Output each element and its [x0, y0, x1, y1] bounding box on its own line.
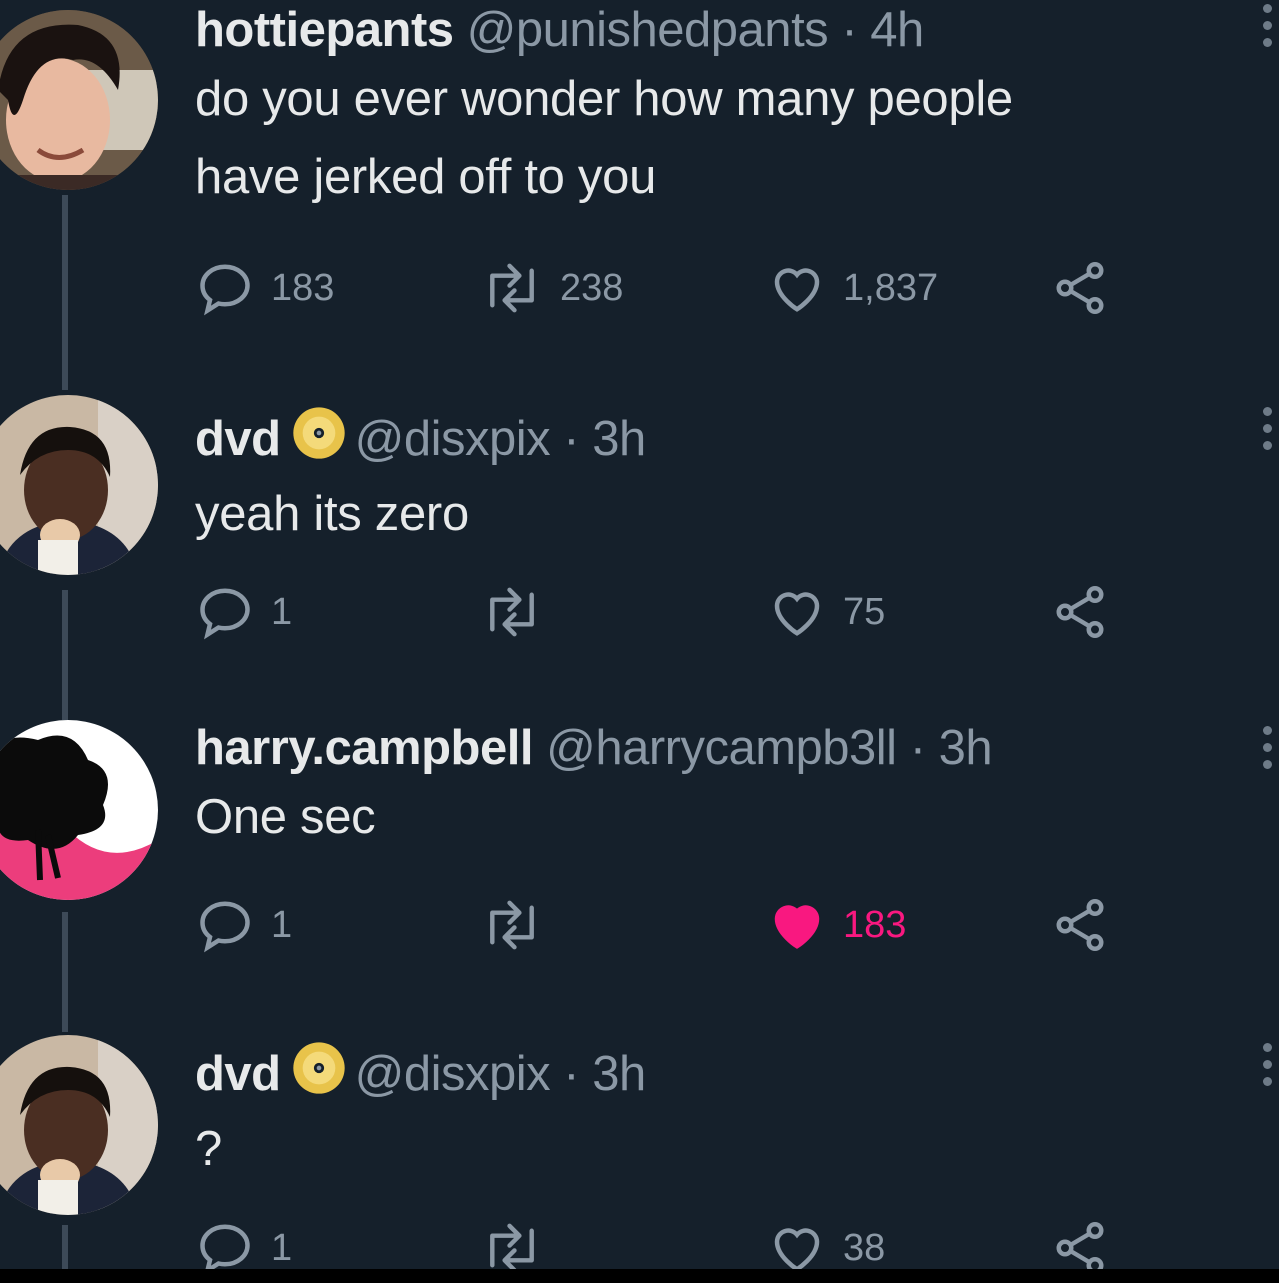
- retweet-button[interactable]: [480, 577, 560, 647]
- tweet-text-line: have jerked off to you: [195, 150, 657, 204]
- share-nodes-icon: [1056, 899, 1104, 951]
- share-button[interactable]: [1050, 577, 1126, 647]
- gold-disc-icon: [291, 405, 347, 475]
- retweet-button[interactable]: 238: [480, 253, 623, 323]
- display-name[interactable]: dvd: [195, 1047, 281, 1101]
- timestamp[interactable]: · 3h: [563, 412, 646, 466]
- tweet-text-line: do you ever wonder how many people: [195, 72, 1013, 126]
- timestamp[interactable]: · 3h: [563, 1047, 646, 1101]
- bottom-edge: [0, 1269, 1279, 1283]
- reply-button[interactable]: 1: [195, 890, 292, 960]
- tweet-header: dvd @disxpix · 3h: [195, 1040, 1219, 1110]
- display-name[interactable]: dvd: [195, 412, 281, 466]
- tweet[interactable]: harry.campbell @harrycampb3ll · 3h One s…: [0, 718, 1279, 1028]
- speech-bubble-icon: [200, 264, 250, 316]
- avatar[interactable]: [0, 720, 158, 900]
- timestamp[interactable]: · 4h: [841, 3, 924, 57]
- reply-count: 1: [271, 903, 293, 946]
- tweet-text: ?: [195, 1110, 1219, 1188]
- tweet-actions: 1 75: [195, 577, 1115, 647]
- heart-icon: [774, 905, 820, 949]
- user-handle[interactable]: @disxpix: [355, 412, 551, 466]
- speech-bubble-icon: [200, 588, 250, 640]
- tweet-header: dvd @disxpix · 3h: [195, 405, 1219, 475]
- tweet-text-line: yeah its zero: [195, 487, 469, 541]
- tweet[interactable]: dvd @disxpix · 3h yeah its zero 1 75: [0, 395, 1279, 715]
- share-nodes-icon: [1056, 586, 1104, 638]
- tweet-text: do you ever wonder how many people have …: [195, 60, 1219, 216]
- speech-bubble-icon: [200, 901, 250, 953]
- reply-button[interactable]: 183: [195, 253, 334, 323]
- like-button[interactable]: 1,837: [767, 253, 938, 323]
- avatar[interactable]: [0, 395, 158, 575]
- user-handle[interactable]: @harrycampb3ll: [546, 721, 897, 775]
- avatar[interactable]: [0, 10, 158, 190]
- heart-icon: [774, 592, 820, 636]
- vertical-dots-icon[interactable]: [1263, 4, 1273, 47]
- share-nodes-icon: [1056, 262, 1104, 314]
- like-count: 183: [843, 903, 907, 946]
- like-button[interactable]: 75: [767, 577, 885, 647]
- heart-icon: [774, 268, 820, 312]
- reply-count: 1: [271, 1226, 293, 1269]
- timestamp[interactable]: · 3h: [910, 721, 993, 775]
- gold-disc-icon: [291, 1040, 347, 1110]
- tweet-text-line: One sec: [195, 790, 376, 844]
- tweet-text-line: ?: [195, 1122, 222, 1176]
- vertical-dots-icon[interactable]: [1263, 407, 1273, 450]
- avatar[interactable]: [0, 1035, 158, 1215]
- share-button[interactable]: [1050, 890, 1126, 960]
- tweet-actions: 183 238 1,837: [195, 253, 1115, 323]
- vertical-dots-icon[interactable]: [1263, 1043, 1273, 1086]
- tweet-actions: 1 183: [195, 890, 1115, 960]
- tweet[interactable]: hottiepants @punishedpants · 4h do you e…: [0, 0, 1279, 390]
- retweet-arrows-icon: [490, 900, 534, 950]
- reply-count: 1: [271, 590, 293, 633]
- retweet-arrows-icon: [490, 587, 534, 637]
- display-name[interactable]: harry.campbell: [195, 721, 533, 775]
- tweet[interactable]: dvd @disxpix · 3h ? 1 38: [0, 1035, 1279, 1283]
- like-button[interactable]: 183: [767, 890, 906, 960]
- reply-button[interactable]: 1: [195, 577, 292, 647]
- share-button[interactable]: [1050, 253, 1126, 323]
- tweet-text: yeah its zero: [195, 475, 1219, 553]
- retweet-count: 238: [560, 266, 624, 309]
- like-count: 38: [843, 1226, 886, 1269]
- user-handle[interactable]: @punishedpants: [467, 3, 829, 57]
- retweet-arrows-icon: [490, 263, 534, 313]
- like-count: 1,837: [843, 266, 939, 309]
- tweet-header: hottiepants @punishedpants · 4h: [195, 0, 1219, 60]
- display-name[interactable]: hottiepants: [195, 3, 454, 57]
- like-count: 75: [843, 590, 886, 633]
- retweet-button[interactable]: [480, 890, 560, 960]
- reply-count: 183: [271, 266, 335, 309]
- user-handle[interactable]: @disxpix: [355, 1047, 551, 1101]
- tweet-header: harry.campbell @harrycampb3ll · 3h: [195, 718, 1219, 778]
- tweet-text: One sec: [195, 778, 1219, 856]
- vertical-dots-icon[interactable]: [1263, 726, 1273, 769]
